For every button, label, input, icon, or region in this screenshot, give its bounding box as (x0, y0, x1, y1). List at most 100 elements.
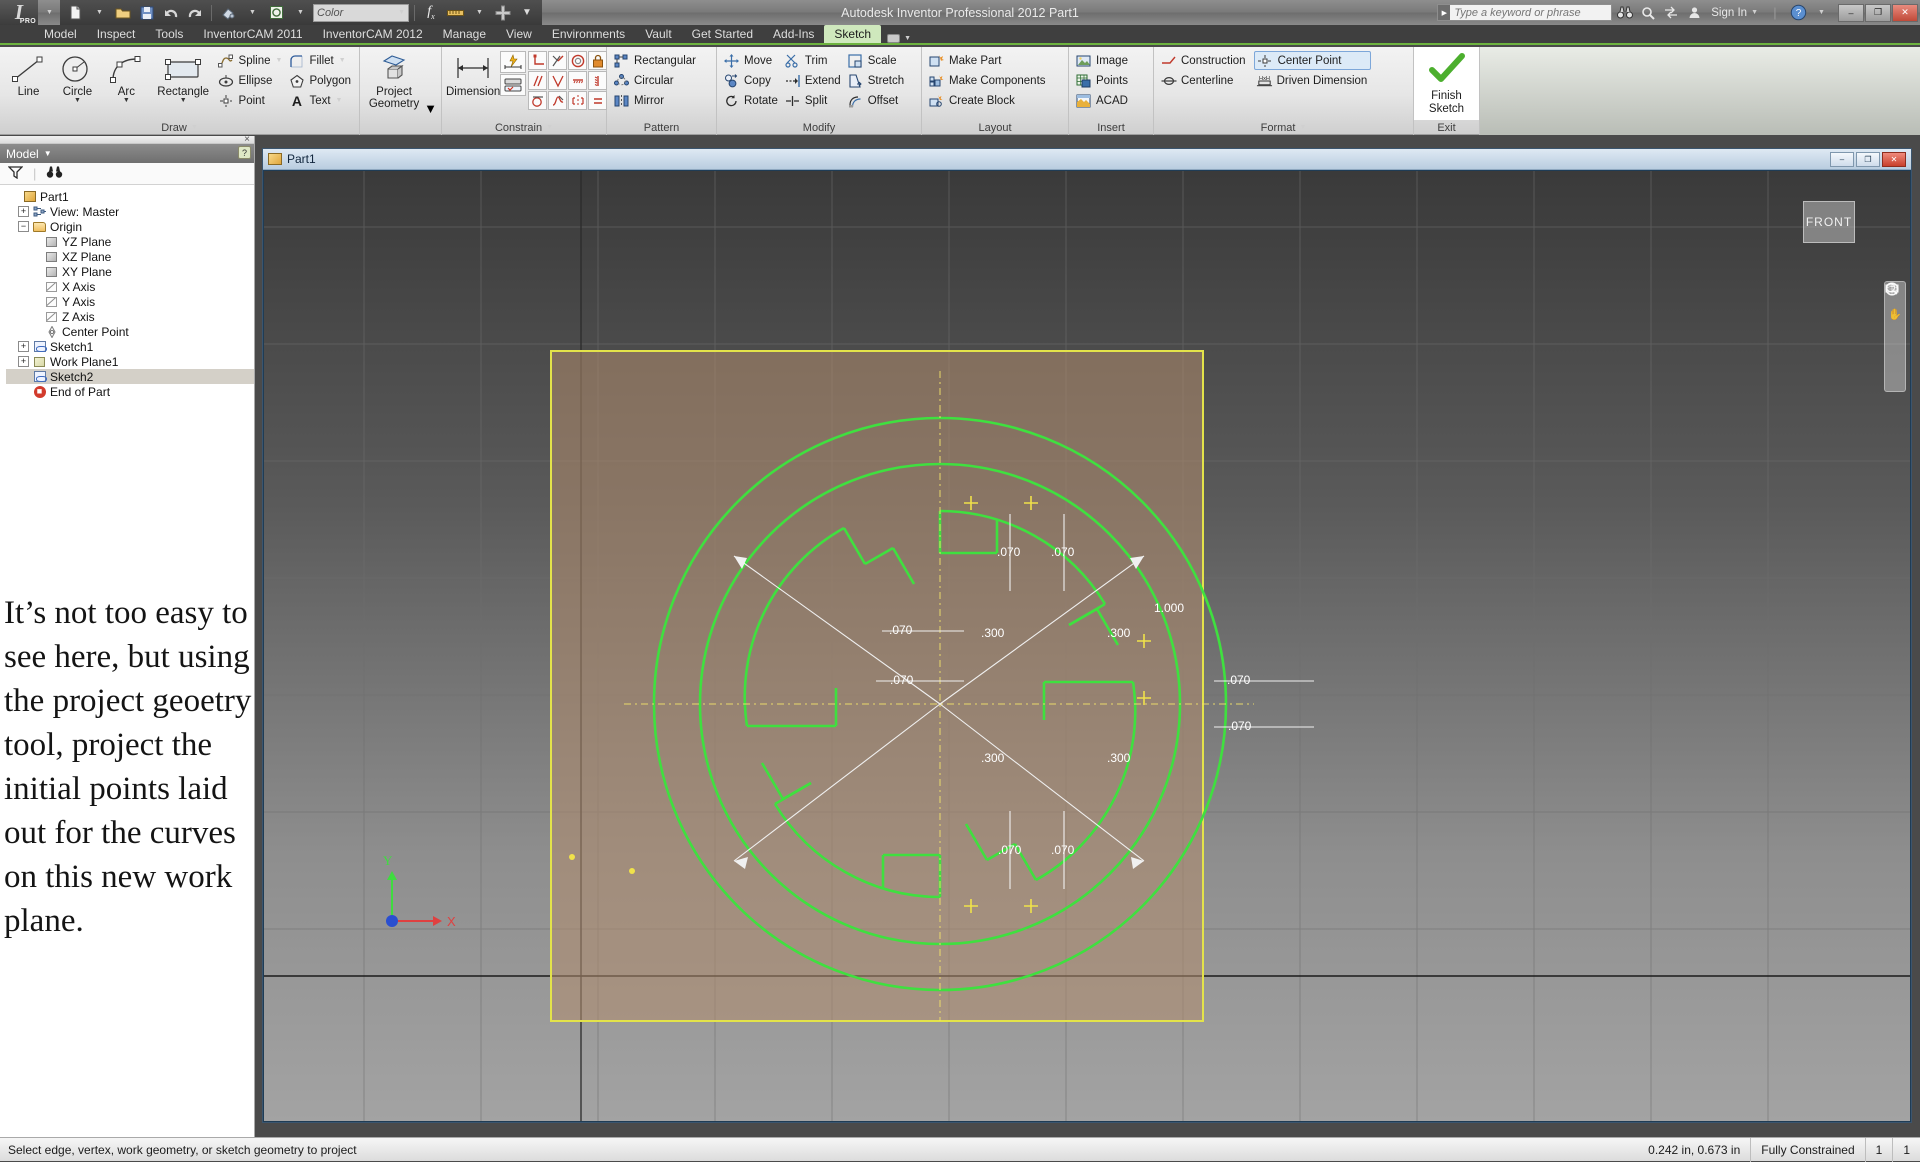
project-geometry-button[interactable]: Project Geometry (364, 50, 424, 110)
tab-inventorcam-2012[interactable]: InventorCAM 2012 (313, 25, 433, 43)
search-input[interactable] (1450, 5, 1612, 20)
binoculars-icon[interactable] (1615, 3, 1635, 23)
help-dropdown-icon[interactable]: ▼ (1811, 3, 1831, 23)
dimension-button[interactable]: Dimension (446, 50, 500, 98)
horizontal-constraint-icon[interactable] (568, 71, 588, 90)
angle-constraint-icon[interactable] (548, 71, 568, 90)
perpendicular-constraint-icon[interactable] (528, 51, 548, 70)
search-box[interactable]: ▶ (1437, 4, 1613, 21)
tree-item-yz-plane[interactable]: YZ Plane (6, 234, 254, 249)
chevron-down-icon[interactable]: ▼ (424, 101, 437, 120)
redo-icon[interactable] (184, 2, 206, 23)
offset-button[interactable]: Offset (845, 91, 908, 110)
exchange-icon[interactable] (1661, 3, 1681, 23)
auto-dimension-icon[interactable] (500, 51, 527, 73)
smooth-constraint-icon[interactable] (548, 91, 568, 110)
tree-item-xy-plane[interactable]: XY Plane (6, 264, 254, 279)
filter-icon[interactable] (7, 165, 24, 182)
qat-overflow-icon[interactable]: ▼ (516, 2, 538, 23)
tab-add-ins[interactable]: Add-Ins (763, 25, 824, 43)
measure-dropdown-icon[interactable]: ▼ (468, 2, 490, 23)
orbit-icon[interactable] (1885, 282, 1903, 366)
points-button[interactable]: Points (1073, 71, 1132, 90)
tree-expander-plus[interactable]: + (18, 341, 29, 352)
driven-dimension-button[interactable]: HxH Driven Dimension (1254, 71, 1372, 90)
tree-item-work-plane1[interactable]: + Work Plane1 (6, 354, 254, 369)
measure-icon[interactable] (444, 2, 466, 23)
minimize-button[interactable]: – (1838, 3, 1864, 22)
centerline-button[interactable]: Centerline (1158, 71, 1250, 90)
vertical-constraint-icon[interactable] (588, 71, 608, 90)
polygon-button[interactable]: Polygon (286, 71, 355, 90)
tree-item-center-point[interactable]: Center Point (6, 324, 254, 339)
tab-model[interactable]: Model (34, 25, 87, 43)
tree-item-part1[interactable]: Part1 (6, 189, 254, 204)
scale-button[interactable]: Scale (845, 51, 908, 70)
tree-item-xz-plane[interactable]: XZ Plane (6, 249, 254, 264)
tree-item-x-axis[interactable]: X Axis (6, 279, 254, 294)
tree-item-end-of-part[interactable]: ■ End of Part (6, 384, 254, 399)
document-close-button[interactable]: ✕ (1882, 151, 1906, 167)
tab-tools[interactable]: Tools (145, 25, 193, 43)
chevron-down-icon[interactable]: ▼ (123, 97, 130, 104)
rectangle-button[interactable]: Rectangle ▼ (151, 50, 216, 104)
text-button[interactable]: A Text ▼ (286, 91, 355, 110)
look-at-icon[interactable] (1885, 284, 1903, 388)
appearance-dropdown-icon[interactable]: ▼ (241, 2, 263, 23)
pan-icon[interactable]: ✋ (1888, 307, 1903, 322)
make-components-button[interactable]: Make Components (926, 71, 1050, 90)
ellipse-button[interactable]: Ellipse (216, 71, 287, 90)
tree-item-view-master[interactable]: + View: Master (6, 204, 254, 219)
help-icon[interactable]: ? (238, 146, 251, 159)
make-part-button[interactable]: Make Part (926, 51, 1050, 70)
color-selector[interactable]: Color ▼ (313, 3, 409, 22)
point-button[interactable]: Point (216, 91, 287, 110)
app-menu-caret-icon[interactable]: ▼ (38, 2, 60, 23)
tab-view[interactable]: View (496, 25, 542, 43)
tab-get-started[interactable]: Get Started (682, 25, 763, 43)
close-button[interactable]: ✕ (1892, 3, 1918, 22)
tangent-constraint-icon[interactable] (528, 91, 548, 110)
fix-constraint-icon[interactable] (588, 51, 608, 70)
tree-item-y-axis[interactable]: Y Axis (6, 294, 254, 309)
tree-expander-plus[interactable]: + (18, 206, 29, 217)
tree-item-z-axis[interactable]: Z Axis (6, 309, 254, 324)
inventor-logo[interactable]: I PRO (0, 0, 38, 25)
chevron-down-icon[interactable]: ▼ (339, 57, 346, 64)
chevron-down-icon[interactable]: ▼ (180, 97, 187, 104)
split-button[interactable]: Split (782, 91, 845, 110)
help-icon[interactable]: ? (1788, 3, 1808, 23)
document-minimize-button[interactable]: – (1830, 151, 1854, 167)
tab-manage[interactable]: Manage (433, 25, 496, 43)
add-to-qat-icon[interactable] (492, 2, 514, 23)
parameters-icon[interactable]: fx (420, 2, 442, 23)
search-scope-icon[interactable]: ▶ (1438, 5, 1451, 20)
adjust-icon[interactable] (265, 2, 287, 23)
symmetric-constraint-icon[interactable] (568, 91, 588, 110)
move-button[interactable]: Move (721, 51, 782, 70)
open-file-icon[interactable] (112, 2, 134, 23)
parallel-constraint-icon[interactable] (528, 71, 548, 90)
panel-format-title[interactable]: Format ▼ (1154, 120, 1413, 135)
new-file-dropdown-icon[interactable]: ▼ (88, 2, 110, 23)
rotate-button[interactable]: Rotate (721, 91, 782, 110)
maximize-button[interactable]: ❐ (1865, 3, 1891, 22)
tree-expander-plus[interactable]: + (18, 356, 29, 367)
adjust-dropdown-icon[interactable]: ▼ (289, 2, 311, 23)
new-file-icon[interactable] (64, 2, 86, 23)
tree-item-sketch2[interactable]: Sketch2 (6, 369, 254, 384)
circular-pattern-button[interactable]: Circular (611, 71, 700, 90)
chevron-down-icon[interactable]: ▼ (74, 97, 81, 104)
panel-constrain-title[interactable]: Constrain ▼ (442, 120, 606, 135)
equal-constraint-icon[interactable] (588, 91, 608, 110)
browser-grip[interactable]: × (0, 134, 254, 145)
finish-sketch-button[interactable]: Finish Sketch (1418, 50, 1475, 115)
undo-icon[interactable] (160, 2, 182, 23)
user-avatar-icon[interactable] (1684, 3, 1704, 23)
fillet-button[interactable]: Fillet ▼ (286, 51, 355, 70)
rectangular-pattern-button[interactable]: Rectangular (611, 51, 700, 70)
zoom-icon[interactable] (1885, 282, 1903, 344)
binoculars-icon[interactable] (46, 165, 63, 182)
tab-vault[interactable]: Vault (635, 25, 681, 43)
extend-button[interactable]: Extend (782, 71, 845, 90)
